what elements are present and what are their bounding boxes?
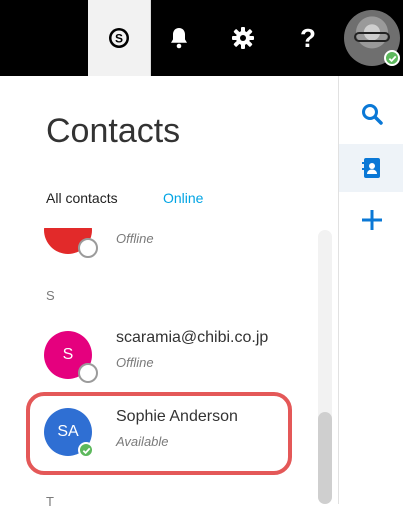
skype-icon: S (109, 28, 129, 48)
contacts-icon (361, 158, 380, 178)
right-rail (338, 76, 403, 504)
help-button[interactable]: ? (280, 0, 336, 76)
scrollbar-thumb[interactable] (318, 412, 332, 504)
contact-name: scaramia@chibi.co.jp (116, 329, 269, 346)
skype-button[interactable]: S (88, 0, 151, 76)
tab-online-label[interactable]: Online (163, 190, 203, 206)
highlight-annotation (26, 392, 292, 475)
page-title: Contacts (46, 112, 181, 150)
add-icon (361, 210, 382, 230)
glasses-detail (353, 32, 390, 42)
profile-button[interactable] (340, 0, 403, 76)
notifications-button[interactable] (151, 0, 207, 76)
bell-icon (171, 28, 187, 49)
top-bar-empty-area (0, 0, 88, 76)
contact-initials: S (62, 346, 74, 363)
contacts-tab-button[interactable] (339, 144, 403, 192)
search-icon (361, 104, 383, 125)
help-icon: ? (300, 22, 316, 53)
section-header-t: T (46, 494, 54, 509)
settings-button[interactable] (215, 0, 271, 76)
offline-status-icon (78, 238, 98, 258)
search-button[interactable] (339, 90, 403, 138)
add-contact-button[interactable] (339, 196, 403, 244)
tab-all-contacts-label[interactable]: All contacts (46, 190, 118, 206)
contact-status: Offline (116, 231, 154, 246)
available-status-icon (384, 50, 400, 66)
gear-icon (232, 27, 254, 49)
contact-status: Offline (116, 355, 154, 370)
top-bar: S ? (0, 0, 403, 76)
svg-text:S: S (115, 32, 123, 46)
section-header-s: S (46, 288, 55, 303)
offline-status-icon (78, 363, 98, 383)
